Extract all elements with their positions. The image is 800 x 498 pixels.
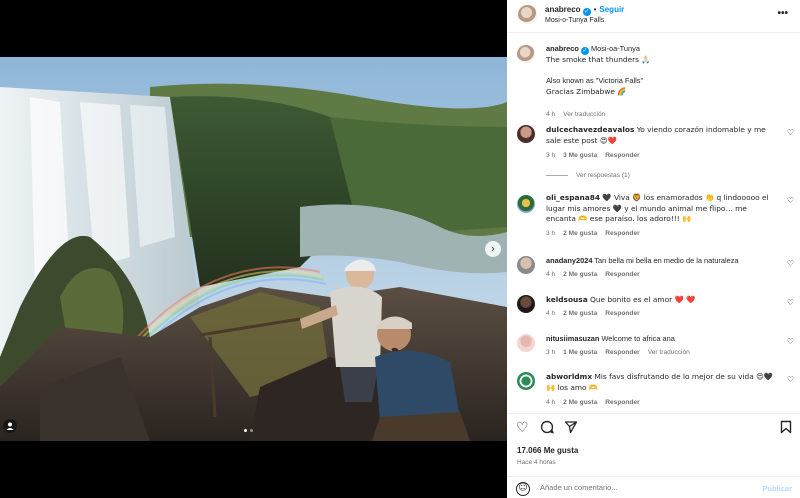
follow-button[interactable]: Seguir <box>599 5 624 14</box>
more-horizontal-icon[interactable]: ••• <box>777 8 788 19</box>
avatar[interactable] <box>517 195 535 213</box>
avatar[interactable] <box>517 125 535 143</box>
carousel-dot <box>250 429 253 432</box>
share-icon[interactable] <box>564 420 578 438</box>
reply-button[interactable]: Responder <box>605 399 639 406</box>
header-location[interactable]: Mosi-o-Tunya Falls <box>545 17 604 24</box>
comment-meta: 3 h 3 Me gusta Responder <box>546 152 648 159</box>
comment-text: keldsousa Que bonito es el amor ❤️ ❤️ <box>546 295 778 306</box>
comment-like-heart-icon[interactable]: ♡ <box>787 259 794 268</box>
comment-text: abworldmx Mis favs disfrutando de lo mej… <box>546 372 778 393</box>
tagged-users-button[interactable] <box>3 419 17 433</box>
heart-outline-icon[interactable]: ♡ <box>516 420 529 436</box>
publish-button[interactable]: Publicar <box>762 484 792 493</box>
post-photo[interactable] <box>0 57 507 441</box>
user-tag-icon <box>6 422 14 430</box>
comment-text: dulcechavezdeavalos Yo viendo corazón in… <box>546 125 778 146</box>
chevron-right-icon: › <box>490 242 496 255</box>
comment-username[interactable]: oli_espana84 <box>546 193 600 202</box>
comment-like-heart-icon[interactable]: ♡ <box>787 375 794 384</box>
avatar[interactable] <box>517 372 535 390</box>
comment-body: Welcome to africa ana <box>601 334 675 343</box>
divider <box>546 174 568 176</box>
avatar[interactable] <box>517 295 535 313</box>
caption-meta: 4 h Ver traducción <box>546 111 613 118</box>
comment-time[interactable]: 4 h <box>546 399 555 406</box>
reply-button[interactable]: Responder <box>605 349 639 356</box>
avatar[interactable] <box>517 334 535 352</box>
comment-likes[interactable]: 2 Me gusta <box>563 399 597 406</box>
post-media: › <box>0 0 507 498</box>
comment-meta: 3 h 1 Me gusta Responder Ver traducción <box>546 349 698 356</box>
caption-line-2: Also known as "Victoria Falls" <box>546 76 644 85</box>
comment-likes[interactable]: 1 Me gusta <box>563 349 597 356</box>
comment-time[interactable]: 4 h <box>546 271 555 278</box>
reply-button[interactable]: Responder <box>605 271 639 278</box>
comment-meta: 4 h 2 Me gusta Responder <box>546 310 648 317</box>
comment-time[interactable]: 3 h <box>546 152 555 159</box>
comment-username[interactable]: keldsousa <box>546 295 588 304</box>
comment-icon[interactable] <box>540 420 554 438</box>
comment-username[interactable]: nitusiimasuzan <box>546 334 599 343</box>
reply-button[interactable]: Responder <box>605 152 639 159</box>
comment-time[interactable]: 4 h <box>546 310 555 317</box>
post-header: anabreco ✓ • Seguir Mosi-o-Tunya Falls ••• <box>507 0 800 33</box>
next-photo-button[interactable]: › <box>485 241 501 257</box>
comment-text: nitusiimasuzan Welcome to africa ana <box>546 334 778 345</box>
comment-like-heart-icon[interactable]: ♡ <box>787 196 794 205</box>
comment-username[interactable]: abworldmx <box>546 372 592 381</box>
comment-body: Que bonito es el amor ❤️ ❤️ <box>590 295 696 304</box>
comment-text: oli_espana84 🖤 Viva 🦁 los enamorados 👏 q… <box>546 193 778 225</box>
translate-link[interactable]: Ver traducción <box>563 111 605 118</box>
avatar[interactable] <box>517 45 535 63</box>
comment-input[interactable] <box>540 483 750 492</box>
comment-text: anadany2024 Tan bella mi bella en medio … <box>546 256 778 267</box>
victoria-falls-photo <box>0 57 507 441</box>
separator-dot: • <box>593 5 597 14</box>
likes-count[interactable]: 17.066 Me gusta <box>517 446 578 455</box>
comment-meta: 4 h 2 Me gusta Responder <box>546 399 648 406</box>
caption-location[interactable]: Mosi-oa-Tunya <box>591 44 640 53</box>
comment-username[interactable]: dulcechavezdeavalos <box>546 125 634 134</box>
comment-likes[interactable]: 2 Me gusta <box>563 310 597 317</box>
reply-button[interactable]: Responder <box>605 310 639 317</box>
caption-username[interactable]: anabreco <box>546 44 579 53</box>
comment-likes[interactable]: 2 Me gusta <box>563 271 597 278</box>
caption-line-3: Gracias Zimbabwe 🌈 <box>546 86 627 96</box>
comment-like-heart-icon[interactable]: ♡ <box>787 337 794 346</box>
comment-likes[interactable]: 2 Me gusta <box>563 230 597 237</box>
add-comment-bar: ☺ Publicar <box>507 476 800 498</box>
comment-username[interactable]: anadany2024 <box>546 256 592 265</box>
post-time[interactable]: Hace 4 horas <box>517 459 556 466</box>
view-replies-label: Ver respuestas (1) <box>576 172 630 179</box>
translate-link[interactable]: Ver traducción <box>648 349 690 356</box>
avatar[interactable] <box>517 256 535 274</box>
header-user-line: anabreco ✓ • Seguir <box>545 5 624 16</box>
comment-time[interactable]: 3 h <box>546 230 555 237</box>
caption-text: anabreco ✓ Mosi-oa-Tunya The smoke that t… <box>546 44 778 97</box>
carousel-indicator <box>244 429 253 432</box>
verified-badge-icon: ✓ <box>580 47 589 55</box>
comment-body: Tan bella mi bella en medio de la natura… <box>594 256 739 265</box>
caption-time[interactable]: 4 h <box>546 111 555 118</box>
comment-time[interactable]: 3 h <box>546 349 555 356</box>
comments-list[interactable]: anabreco ✓ Mosi-oa-Tunya The smoke that t… <box>507 34 800 412</box>
carousel-dot-active <box>244 429 247 432</box>
emoji-icon[interactable]: ☺ <box>516 482 530 496</box>
post-actions: ♡ 17.066 Me gusta Hace 4 horas ☺ Publica… <box>507 413 800 498</box>
post-side-panel: anabreco ✓ • Seguir Mosi-o-Tunya Falls ••• … <box>507 0 800 498</box>
avatar[interactable] <box>518 5 537 24</box>
comment-likes[interactable]: 3 Me gusta <box>563 152 597 159</box>
verified-badge-icon: ✓ <box>582 8 591 16</box>
header-username[interactable]: anabreco <box>545 5 581 14</box>
caption-line-1: The smoke that thunders 🙏🏻 <box>546 55 651 64</box>
bookmark-icon[interactable] <box>780 420 792 438</box>
view-replies-button[interactable]: Ver respuestas (1) <box>546 172 630 179</box>
comment-meta: 4 h 2 Me gusta Responder <box>546 271 648 278</box>
comment-meta: 3 h 2 Me gusta Responder <box>546 230 648 237</box>
reply-button[interactable]: Responder <box>605 230 639 237</box>
instagram-post-modal: › anabreco ✓ • Seguir Mosi-o-Tunya Falls ••… <box>0 0 800 498</box>
comment-like-heart-icon[interactable]: ♡ <box>787 128 794 137</box>
comment-like-heart-icon[interactable]: ♡ <box>787 298 794 307</box>
